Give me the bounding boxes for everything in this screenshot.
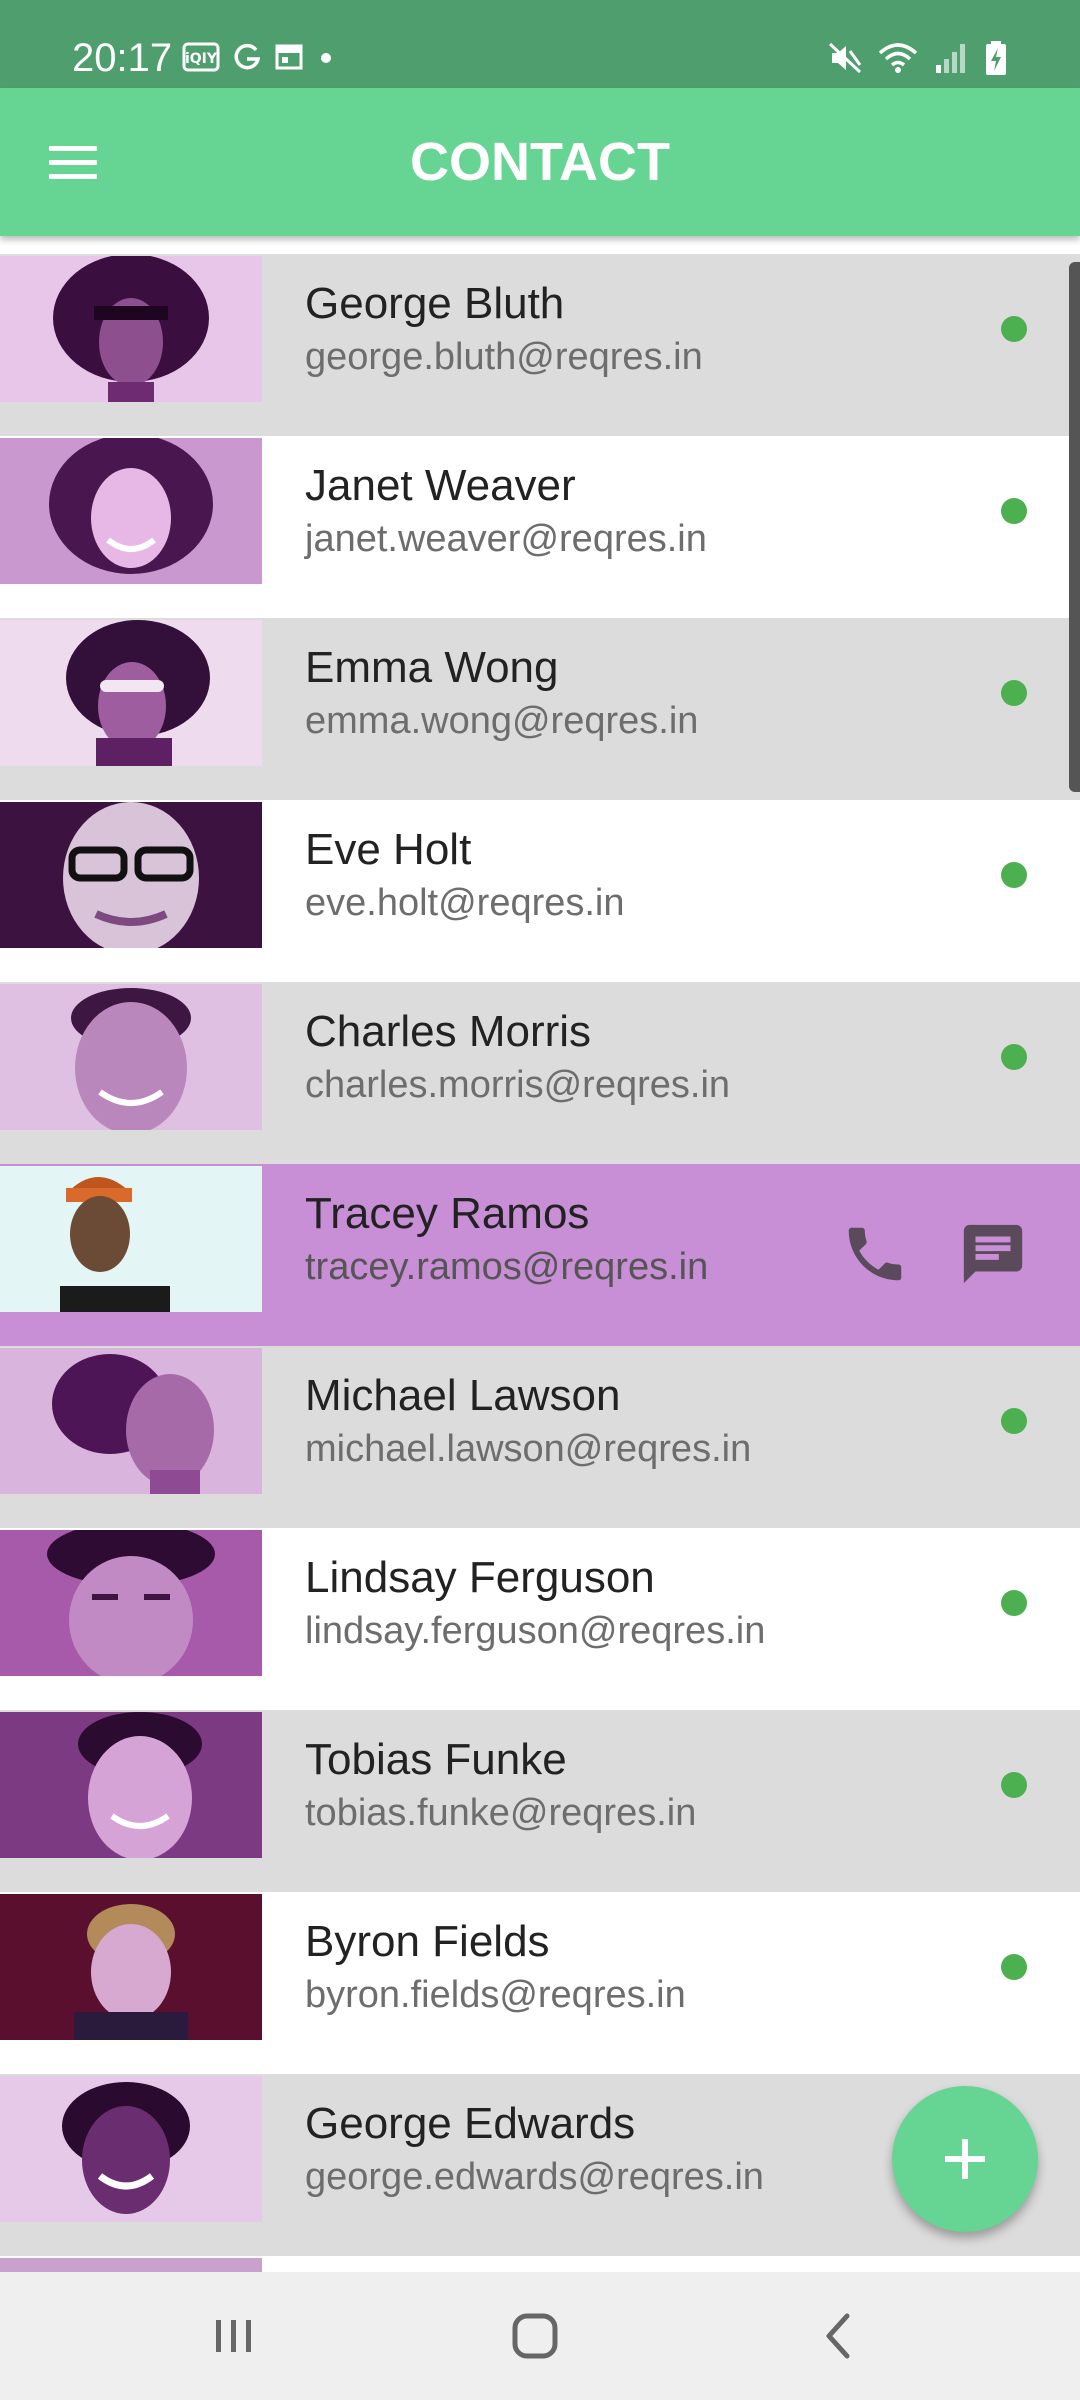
contact-email: tobias.funke@reqres.in xyxy=(305,1792,697,1834)
avatar xyxy=(0,438,262,584)
contact-email: tracey.ramos@reqres.in xyxy=(305,1246,709,1288)
contact-email: lindsay.ferguson@reqres.in xyxy=(305,1610,766,1652)
status-left-icons: iQIY xyxy=(182,42,336,72)
status-time: 20:17 xyxy=(72,36,173,80)
back-icon[interactable] xyxy=(809,2306,869,2366)
contact-name: Michael Lawson xyxy=(305,1371,621,1420)
avatar xyxy=(0,1348,262,1494)
contact-row[interactable]: Emma Wong emma.wong@reqres.in xyxy=(0,618,1080,800)
svg-text:iQIY: iQIY xyxy=(185,51,218,67)
contact-name: Eve Holt xyxy=(305,825,472,874)
contact-row[interactable]: Eve Holt eve.holt@reqres.in xyxy=(0,800,1080,982)
scrollbar[interactable] xyxy=(1069,262,1080,792)
contact-email: michael.lawson@reqres.in xyxy=(305,1428,752,1470)
contact-email: eve.holt@reqres.in xyxy=(305,882,625,924)
contact-row[interactable]: Janet Weaver janet.weaver@reqres.in xyxy=(0,436,1080,618)
iqiyi-icon: iQIY xyxy=(182,42,220,72)
signal-icon xyxy=(936,44,965,73)
navigation-bar xyxy=(0,2272,1080,2400)
avatar xyxy=(0,802,262,948)
calendar-icon xyxy=(275,44,303,70)
mute-icon xyxy=(828,42,862,74)
dot-icon xyxy=(321,53,331,63)
online-status-dot xyxy=(1001,1044,1027,1070)
avatar xyxy=(0,2076,262,2222)
contact-name: George Edwards xyxy=(305,2099,636,2148)
avatar xyxy=(0,1166,262,1312)
add-contact-button[interactable] xyxy=(892,2086,1038,2232)
online-status-dot xyxy=(1001,1590,1027,1616)
online-status-dot xyxy=(1001,1408,1027,1434)
avatar xyxy=(0,984,262,1130)
online-status-dot xyxy=(1001,498,1027,524)
contact-email: george.edwards@reqres.in xyxy=(305,2156,764,2198)
page-title: CONTACT xyxy=(410,132,670,192)
status-bar: 20:17 iQIY xyxy=(0,0,1080,88)
avatar xyxy=(0,620,262,766)
contact-email: janet.weaver@reqres.in xyxy=(305,518,707,560)
contact-name: Lindsay Ferguson xyxy=(305,1553,655,1602)
plus-icon xyxy=(945,2139,985,2179)
battery-charging-icon xyxy=(986,41,1006,75)
recent-apps-icon[interactable] xyxy=(204,2306,264,2366)
contact-email: byron.fields@reqres.in xyxy=(305,1974,686,2016)
phone-icon[interactable] xyxy=(840,1219,910,1289)
contact-email: george.bluth@reqres.in xyxy=(305,336,703,378)
app-bar: CONTACT xyxy=(0,88,1080,236)
contact-row-selected[interactable]: Tracey Ramos tracey.ramos@reqres.in xyxy=(0,1164,1080,1346)
contact-row[interactable]: Lindsay Ferguson lindsay.ferguson@reqres… xyxy=(0,1528,1080,1710)
contact-list: George Bluth george.bluth@reqres.in Jane… xyxy=(0,254,1080,2296)
online-status-dot xyxy=(1001,862,1027,888)
contact-email: emma.wong@reqres.in xyxy=(305,700,699,742)
online-status-dot xyxy=(1001,680,1027,706)
message-icon[interactable] xyxy=(958,1219,1028,1289)
contact-name: Emma Wong xyxy=(305,643,559,692)
online-status-dot xyxy=(1001,1954,1027,1980)
contact-name: Janet Weaver xyxy=(305,461,576,510)
avatar xyxy=(0,1712,262,1858)
g-icon xyxy=(234,43,261,70)
contact-row[interactable]: Byron Fields byron.fields@reqres.in xyxy=(0,1892,1080,2074)
contact-name: Tracey Ramos xyxy=(305,1189,590,1238)
contact-row[interactable]: Charles Morris charles.morris@reqres.in xyxy=(0,982,1080,1164)
contact-name: Charles Morris xyxy=(305,1007,592,1056)
status-right-icons xyxy=(828,40,1008,76)
online-status-dot xyxy=(1001,1772,1027,1798)
contact-row[interactable]: Tobias Funke tobias.funke@reqres.in xyxy=(0,1710,1080,1892)
contact-name: George Bluth xyxy=(305,279,565,328)
avatar xyxy=(0,256,262,402)
home-icon[interactable] xyxy=(505,2306,565,2366)
contact-row[interactable]: Michael Lawson michael.lawson@reqres.in xyxy=(0,1346,1080,1528)
contact-name: Tobias Funke xyxy=(305,1735,567,1784)
contact-email: charles.morris@reqres.in xyxy=(305,1064,731,1106)
wifi-icon xyxy=(878,43,918,73)
contact-row[interactable]: George Bluth george.bluth@reqres.in xyxy=(0,254,1080,436)
avatar xyxy=(0,1530,262,1676)
online-status-dot xyxy=(1001,316,1027,342)
contact-name: Byron Fields xyxy=(305,1917,550,1966)
avatar xyxy=(0,1894,262,2040)
